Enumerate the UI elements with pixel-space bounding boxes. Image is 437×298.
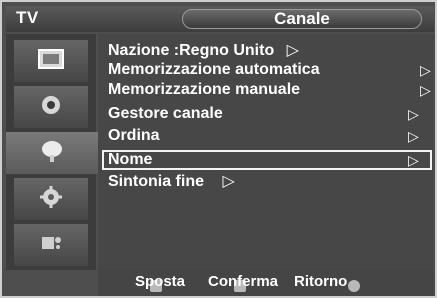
input-icon: [37, 231, 65, 260]
sidebar-item-picture[interactable]: [14, 40, 88, 82]
chevron-right-icon: ▷: [408, 152, 419, 168]
menu-item-country[interactable]: Nazione :Regno Unito ▷: [108, 42, 299, 60]
sound-icon: [37, 93, 65, 122]
menu-item-name[interactable]: Nome: [108, 151, 152, 169]
menu-item-label: Gestore canale: [108, 105, 223, 122]
sidebar: [6, 34, 98, 270]
menu-item-channel-manager[interactable]: Gestore canale: [108, 105, 223, 123]
move-hint: Sposta: [135, 273, 186, 290]
chevron-right-icon: ▷: [408, 106, 419, 122]
return-icon: [348, 280, 360, 292]
menu-item-label: Memorizzazione manuale: [108, 81, 301, 98]
picture-icon: [37, 47, 65, 76]
menu-item-fine-tune[interactable]: Sintonia fine ▷: [108, 173, 235, 191]
header-bar: TV Canale: [6, 6, 434, 32]
menu-item-sort[interactable]: Ordina: [108, 127, 160, 145]
menu-title: Canale: [182, 9, 422, 29]
tv-label: TV: [16, 8, 39, 27]
menu-item-label: Nazione :Regno Unito: [108, 42, 275, 59]
sidebar-item-channel[interactable]: [6, 132, 98, 174]
confirm-hint: Conferma: [208, 273, 279, 290]
chevron-right-icon: ▷: [222, 173, 235, 190]
menu-item-label: Memorizzazione automatica: [108, 61, 320, 78]
chevron-right-icon: ▷: [286, 42, 299, 59]
menu-item-label: Nome: [108, 151, 153, 168]
sidebar-item-input[interactable]: [14, 224, 88, 266]
chevron-right-icon: ▷: [408, 128, 419, 144]
footer-help-bar: Sposta Conferma Ritorno: [98, 270, 434, 296]
menu-item-auto-store[interactable]: Memorizzazione automatica: [108, 61, 320, 79]
return-hint: Ritorno: [294, 273, 348, 290]
setup-icon: [37, 185, 65, 214]
tv-menu-frame: TV Canale Nazione:Regno Unito ▷ Memoriz…: [0, 0, 437, 298]
menu-item-manual-store[interactable]: Memorizzazione manuale: [108, 81, 300, 99]
sidebar-item-sound[interactable]: [14, 86, 88, 128]
sidebar-item-setup[interactable]: [14, 178, 88, 220]
channel-icon: [35, 137, 69, 170]
chevron-right-icon: ▷: [420, 62, 431, 78]
channel-menu: Nazione :Regno Unito ▷ Memorizzazione au…: [98, 34, 434, 270]
chevron-right-icon: ▷: [420, 82, 431, 98]
menu-item-label: Ordina: [108, 127, 160, 144]
menu-item-label: Sintonia fine: [108, 173, 204, 190]
